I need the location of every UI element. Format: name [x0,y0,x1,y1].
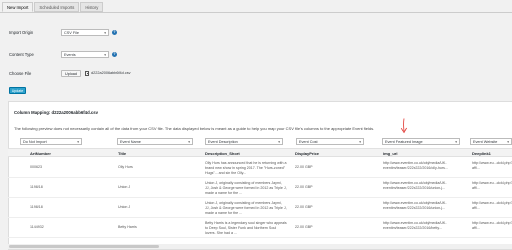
choose-file-row: Choose File Upload d222a2006abb6f4d.csv [9,69,131,77]
cell-price: 22.00 GBP [295,225,313,229]
map-select-value: Event Website [473,140,498,144]
content-type-row: Content Type Events ▾ ? [9,50,117,58]
map-select-value: Event Name [120,140,141,144]
cell-title: Betty Harris [118,225,137,229]
chevron-down-icon: ▾ [278,140,280,144]
tab-bar: New Import Scheduled Imports History [2,2,104,12]
cell-img-url: http://www.eventim.co.uk/obj/media/UK-ev… [383,181,447,190]
tab-history[interactable]: History [80,2,104,12]
chevron-down-icon: ▾ [104,30,106,35]
map-select-price[interactable]: Event Cost ▾ [296,138,364,145]
file-icon [85,70,90,76]
column-mapping-title: Column Mapping: d222a2006abb6f4d.csv [14,110,99,115]
chevron-down-icon: ▾ [507,140,509,144]
content-type-select[interactable]: Events ▾ [61,50,109,58]
cell-price: 22.00 GBP [295,165,313,169]
chevron-down-icon: ▾ [104,52,106,57]
column-header: Title [118,151,127,156]
red-arrow-down-icon [400,118,407,134]
cell-artnumber: 1198/18 [30,205,43,209]
column-header: Description_Short [205,151,240,156]
cell-title: Union J [118,185,131,189]
map-select-description[interactable]: Event Description ▾ [205,138,283,145]
map-select-deeplink[interactable]: Event Website ▾ [470,138,512,145]
cell-deeplink: http://www.eu...clckl.php?affl... [472,221,512,230]
map-select-title[interactable]: Event Name ▾ [117,138,193,145]
column-header: img_url [383,151,398,156]
column-header: ArtNumber [30,151,51,156]
tab-scheduled-imports[interactable]: Scheduled Imports [34,2,80,12]
column-header: Deeplink1 [472,151,491,156]
import-origin-value: CSV File [64,30,79,35]
import-origin-row: Import Origin CSV File ▾ ? [9,28,117,36]
preview-table-header: ArtNumber Title Description_Short Displa… [8,148,512,157]
choose-file-label: Choose File [9,70,32,76]
cell-title: Olly Hurs [118,165,133,169]
cell-artnumber: 1144932 [30,225,44,229]
cell-img-url: http://www.eventim.co.uk/obj/media/UK-ev… [383,221,447,230]
update-button[interactable]: Update [9,87,26,94]
chevron-down-icon: ▾ [77,140,79,144]
scrollbar-thumb[interactable] [9,245,159,248]
map-select-image[interactable]: Event Featured Image ▾ [382,138,460,145]
cell-price: 22.00 GBP [295,205,313,209]
chevron-down-icon: ▾ [188,140,190,144]
cell-deeplink: http://www.eu...clckl.php?affl... [472,161,512,170]
cell-artnumber: 1198/18 [30,185,43,189]
chevron-down-icon: ▾ [359,140,361,144]
horizontal-scrollbar[interactable] [8,244,512,249]
help-icon[interactable]: ? [112,29,117,35]
table-row: 1198/18 Union J Union J, originally cons… [8,178,512,198]
selected-filename: d222a2006abb6f4d.csv [91,71,131,75]
cell-title: Union J [118,205,131,209]
chevron-down-icon: ▾ [455,140,457,144]
tab-divider [0,11,512,13]
map-select-artnumber[interactable]: Do Not Import ▾ [20,138,82,145]
help-icon[interactable]: ? [112,51,117,57]
upload-button[interactable]: Upload [61,69,82,77]
map-select-value: Event Cost [299,140,318,144]
content-type-value: Events [64,52,76,57]
cell-price: 22.00 GBP [295,185,313,189]
map-select-value: Event Featured Image [385,140,423,144]
cell-description: Olly Hurs has announced that he is retur… [205,161,287,175]
cell-description: Union J, originally consisting of member… [205,201,287,215]
map-select-value: Do Not Import [23,140,47,144]
cell-deeplink: http://www.eu...clckl.php?affl... [472,181,512,190]
cell-description: Union J, originally consisting of member… [205,181,287,195]
content-type-label: Content Type [9,51,34,57]
table-row: 1144932 Betty Harris Betty Harris is a l… [8,218,512,238]
cell-deeplink: http://www.eu...clckl.php?affl... [472,201,512,210]
table-row: 1198/18 Union J Union J, originally cons… [8,198,512,218]
import-origin-label: Import Origin [9,29,34,35]
cell-description: Betty Harris is a legendary soul singer … [205,221,287,235]
column-header: DisplayPrice [295,151,320,156]
cell-img-url: http://www.eventim.co.uk/obj/media/UK-ev… [383,201,447,210]
cell-img-url: http://www.eventim.co.uk/obj/media/UK-ev… [383,161,448,170]
column-mapping-note: The following preview does not necessari… [14,126,375,131]
cell-artnumber: 000623 [30,165,42,169]
map-select-value: Event Description [208,140,238,144]
import-origin-select[interactable]: CSV File ▾ [61,28,109,36]
table-row: 000623 Olly Hurs Olly Hurs has announced… [8,158,512,178]
tab-new-import[interactable]: New Import [2,2,34,12]
